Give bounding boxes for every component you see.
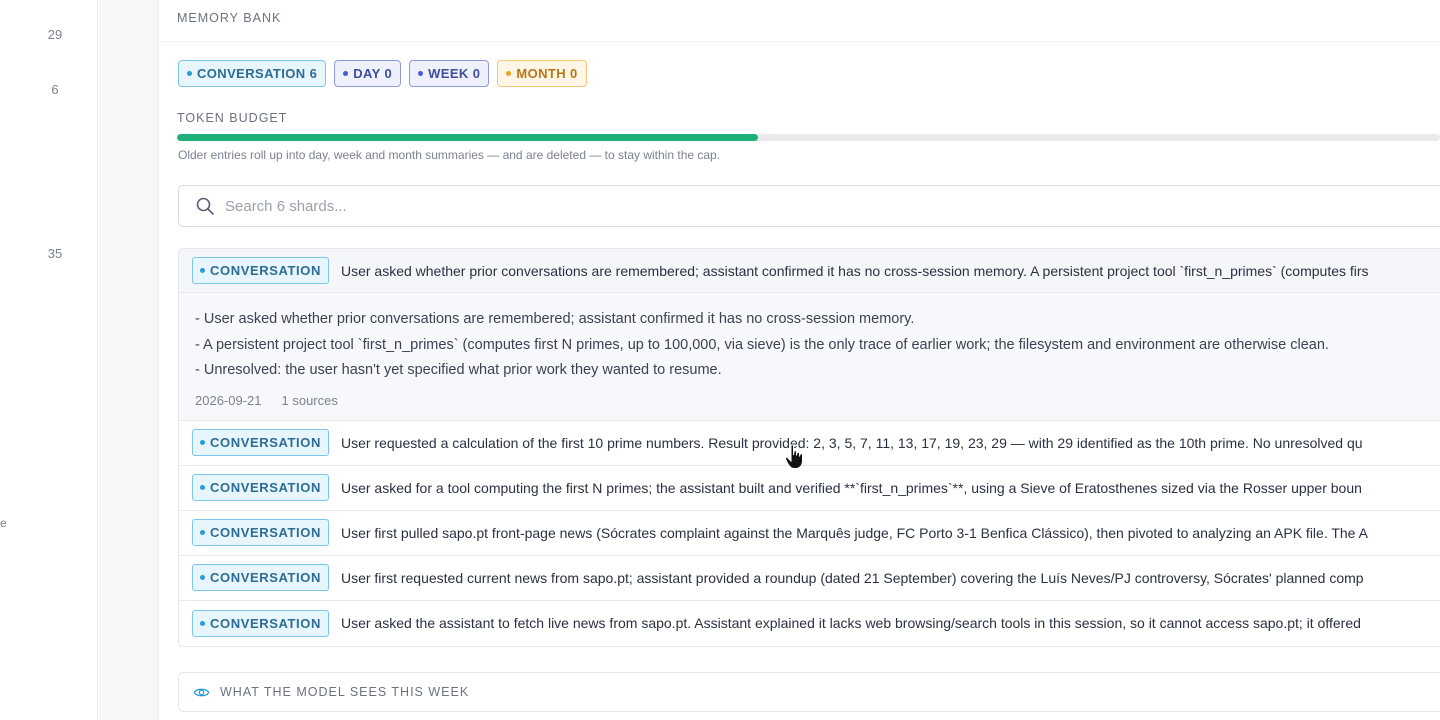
dot-icon xyxy=(200,440,205,445)
shard-summary: User asked the assistant to fetch live n… xyxy=(340,615,1361,631)
tag-label: CONVERSATION xyxy=(210,480,321,495)
gutter-number: 6 xyxy=(51,82,59,97)
memory-bank-panel: MEMORY BANK CONVERSATION 6 DAY 0 WEEK 0 … xyxy=(160,0,1440,720)
tag-label: CONVERSATION xyxy=(210,263,321,278)
tag-label: CONVERSATION xyxy=(210,435,321,450)
shard-type-tag: CONVERSATION xyxy=(192,564,329,591)
chip-label: CONVERSATION 6 xyxy=(197,66,318,81)
tag-label: CONVERSATION xyxy=(210,525,321,540)
dot-icon xyxy=(200,268,205,273)
shard-row[interactable]: CONVERSATION User first requested curren… xyxy=(179,556,1440,601)
shard-row[interactable]: CONVERSATION User first pulled sapo.pt f… xyxy=(179,511,1440,556)
token-budget-label: TOKEN BUDGET xyxy=(177,111,288,125)
detail-line: - User asked whether prior conversations… xyxy=(195,311,915,327)
dot-icon xyxy=(200,530,205,535)
dot-icon xyxy=(187,71,192,76)
gutter-text-fragment: e xyxy=(0,516,7,530)
chip-week[interactable]: WEEK 0 xyxy=(409,60,490,87)
shard-type-tag: CONVERSATION xyxy=(192,257,329,284)
chip-label: MONTH 0 xyxy=(516,66,578,81)
detail-line: - A persistent project tool `first_n_pri… xyxy=(195,336,1329,353)
chip-conversation[interactable]: CONVERSATION 6 xyxy=(178,60,327,87)
detail-line: - Unresolved: the user hasn't yet specif… xyxy=(195,362,722,378)
shard-summary: User requested a calculation of the firs… xyxy=(340,434,1363,451)
token-budget-note: Older entries roll up into day, week and… xyxy=(178,148,721,162)
model-sees-toggle[interactable]: WHAT THE MODEL SEES THIS WEEK xyxy=(178,672,1440,712)
pointer-cursor-icon xyxy=(784,444,803,469)
chip-label: DAY 0 xyxy=(353,66,393,81)
shard-type-tag: CONVERSATION xyxy=(192,429,329,456)
divider-strip xyxy=(99,0,159,720)
shard-date: 2026-09-21 xyxy=(195,392,262,408)
shard-list: CONVERSATION User asked whether prior co… xyxy=(178,248,1440,647)
shard-filter-chips: CONVERSATION 6 DAY 0 WEEK 0 MONTH 0 xyxy=(178,60,587,87)
gutter-number: 35 xyxy=(47,246,63,261)
shard-meta: 2026-09-21 1 sources xyxy=(195,393,1431,408)
shard-type-tag: CONVERSATION xyxy=(192,519,329,546)
shard-type-tag: CONVERSATION xyxy=(192,474,329,501)
shard-row[interactable]: CONVERSATION User asked the assistant to… xyxy=(179,601,1440,646)
shard-summary: User asked for a tool computing the firs… xyxy=(340,479,1362,496)
chip-month[interactable]: MONTH 0 xyxy=(497,60,587,87)
tag-label: CONVERSATION xyxy=(210,615,321,631)
gutter-number: 29 xyxy=(47,27,63,42)
chip-day[interactable]: DAY 0 xyxy=(334,60,402,87)
search-box xyxy=(178,185,1440,227)
shard-row[interactable]: CONVERSATION User requested a calculatio… xyxy=(179,421,1440,466)
dot-icon xyxy=(200,575,205,580)
search-input[interactable] xyxy=(225,197,1425,215)
token-budget-bar xyxy=(177,134,1440,141)
chip-label: WEEK 0 xyxy=(428,66,481,81)
shard-details: - User asked whether prior conversations… xyxy=(179,293,1440,421)
shard-summary: User asked whether prior conversations a… xyxy=(340,262,1369,279)
tag-label: CONVERSATION xyxy=(210,570,321,585)
dot-icon xyxy=(200,620,205,626)
dot-icon xyxy=(506,71,512,76)
shard-row[interactable]: CONVERSATION User asked for a tool compu… xyxy=(179,466,1440,511)
shard-row[interactable]: CONVERSATION User asked whether prior co… xyxy=(179,249,1440,293)
panel-title: MEMORY BANK xyxy=(160,0,1440,42)
shard-type-tag: CONVERSATION xyxy=(192,609,329,637)
left-gutter: 29 6 35 e xyxy=(0,0,98,720)
token-budget-fill xyxy=(177,134,758,141)
dot-icon xyxy=(343,71,349,76)
model-sees-label: WHAT THE MODEL SEES THIS WEEK xyxy=(220,685,470,699)
eye-icon xyxy=(193,688,210,696)
shard-summary: User first requested current news from s… xyxy=(340,569,1364,586)
shard-summary: User first pulled sapo.pt front-page new… xyxy=(340,524,1368,541)
search-icon xyxy=(196,197,214,215)
shard-sources: 1 sources xyxy=(281,392,338,408)
dot-icon xyxy=(418,71,424,76)
dot-icon xyxy=(200,485,205,490)
